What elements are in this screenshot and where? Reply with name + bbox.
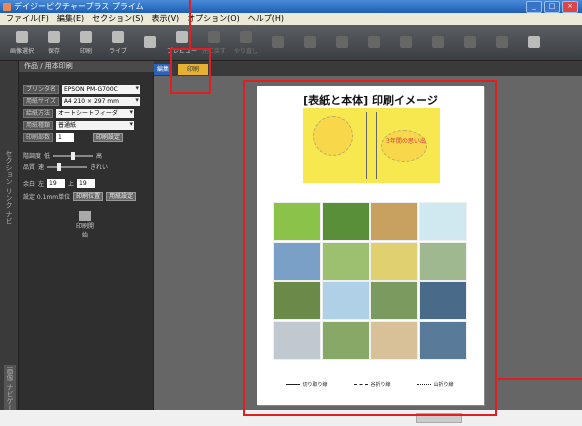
toolbar-button-0[interactable]: 画像選択	[6, 25, 38, 61]
toolbar-icon	[176, 31, 188, 43]
menu-help[interactable]: ヘルプ(H)	[248, 13, 284, 25]
toolbar-button-4[interactable]	[134, 25, 166, 61]
toolbar-button-2[interactable]: 印刷	[70, 25, 102, 61]
paper-setting-button[interactable]: 用紙設定	[106, 192, 137, 201]
gradation-high-label: 高	[96, 153, 103, 160]
toolbar-icon	[16, 31, 28, 43]
print-settings-panel: 作品 / 用本印刷 プリンタ名 EPSON PM-G700C 用紙サイズ A4 …	[19, 61, 154, 410]
toolbar-label: 印刷	[79, 48, 92, 55]
unit-label: 設定 0.1mm単位	[23, 194, 71, 201]
toolbar-button-3[interactable]: ライブ	[102, 25, 134, 61]
feed-label: 給紙方法	[23, 109, 54, 118]
toolbar-button-7[interactable]: やり直し	[230, 25, 262, 61]
paper-size-label: 用紙サイズ	[23, 97, 59, 106]
minimize-button[interactable]: _	[526, 1, 542, 13]
toolbar-button-13[interactable]	[422, 25, 454, 61]
toolbar-icon	[528, 35, 540, 48]
print-settings-button[interactable]: 印刷設定	[93, 133, 124, 142]
toolbar-icon	[432, 35, 444, 48]
toolbar-button-9[interactable]	[294, 25, 326, 61]
quality-low-label: 速	[38, 164, 45, 171]
toolbar-icon	[368, 35, 380, 48]
quality-slider-knob[interactable]	[57, 162, 62, 171]
paper-type-label: 用紙種類	[23, 121, 54, 130]
callout-connector	[497, 378, 582, 380]
gradation-slider-knob[interactable]	[71, 151, 76, 160]
toolbar-button-1[interactable]: 保存	[38, 25, 70, 61]
start-print-button[interactable]: 印刷開始	[74, 211, 96, 239]
section-nav-label[interactable]: セクション リンク ナビ	[4, 150, 14, 224]
callout-pointer	[189, 0, 191, 48]
toolbar-icon	[48, 31, 60, 43]
menu-options[interactable]: オプション(O)	[187, 13, 240, 25]
copies-label: 印刷部数	[23, 133, 54, 142]
toolbar-label: 画像選択	[9, 48, 34, 55]
menu-file[interactable]: ファイル(F)	[6, 13, 49, 25]
toolbar-button-16[interactable]	[518, 25, 550, 61]
toolbar-button-10[interactable]	[326, 25, 358, 61]
app-icon	[3, 3, 11, 11]
toolbar: 画像選択 保存 印刷 ライブ プレビュー 元に戻す やり直し	[0, 25, 582, 61]
menu-section[interactable]: セクション(S)	[92, 13, 143, 25]
toolbar-icon	[112, 31, 124, 43]
toolbar-button-15[interactable]	[486, 25, 518, 61]
toolbar-button-14[interactable]	[454, 25, 486, 61]
menu-edit[interactable]: 編集(E)	[57, 13, 84, 25]
printer-icon	[79, 211, 91, 221]
gradation-slider[interactable]	[53, 151, 94, 160]
quality-high-label: きれい	[90, 164, 109, 171]
offset-y-input[interactable]: 19	[77, 179, 96, 188]
offset-y-label: 上	[68, 181, 75, 188]
close-button[interactable]: ×	[562, 1, 578, 13]
toolbar-icon	[240, 31, 252, 43]
mode-tabs: 編集 印刷	[154, 61, 582, 76]
gradation-low-label: 低	[44, 153, 51, 160]
toolbar-icon	[304, 35, 316, 48]
offset-x-label: 左	[38, 181, 45, 188]
offset-x-input[interactable]: 19	[47, 179, 66, 188]
toolbar-icon	[80, 31, 92, 43]
toolbar-icon	[336, 35, 348, 48]
toolbar-button-8[interactable]	[262, 25, 294, 61]
printer-label: プリンタ名	[23, 85, 60, 94]
toolbar-button-11[interactable]	[358, 25, 390, 61]
print-tab-highlight	[170, 48, 211, 94]
toolbar-button-12[interactable]	[390, 25, 422, 61]
menu-bar: ファイル(F) 編集(E) セクション(S) 表示(V) オプション(O) ヘル…	[0, 13, 582, 25]
preview-highlight	[243, 80, 497, 416]
quality-slider[interactable]	[47, 162, 88, 171]
toolbar-icon	[144, 35, 156, 48]
printer-select[interactable]: EPSON PM-G700C	[62, 84, 141, 94]
toolbar-icon	[464, 35, 476, 48]
start-print-label: 印刷開始	[75, 223, 94, 239]
copies-input[interactable]: 1	[56, 133, 75, 142]
panel-title: 作品 / 用本印刷	[19, 61, 154, 72]
menu-view[interactable]: 表示(V)	[151, 13, 179, 25]
feed-select[interactable]: オートシートフィーダ	[56, 108, 135, 118]
title-bar: デイジーピクチャープラス プライム _ □ ×	[0, 0, 582, 13]
gradation-label: 階調度	[23, 153, 42, 160]
quality-label: 品質	[23, 164, 36, 171]
paper-size-select[interactable]: A4 210 × 297 mm	[61, 96, 140, 106]
paper-type-select[interactable]: 普通紙	[56, 120, 135, 130]
toolbar-icon	[496, 35, 508, 48]
toolbar-icon	[400, 35, 412, 48]
toolbar-label: やり直し	[233, 48, 258, 55]
toolbar-label: ライブ	[108, 48, 127, 55]
toolbar-icon	[272, 35, 284, 48]
maximize-button[interactable]: □	[544, 1, 560, 13]
window-title: デイジーピクチャープラス プライム	[14, 2, 144, 11]
offset-label: 余白	[23, 181, 36, 188]
toolbar-label: 保存	[47, 48, 60, 55]
toolbar-icon	[208, 31, 220, 43]
print-position-button[interactable]: 印刷位置	[73, 192, 104, 201]
